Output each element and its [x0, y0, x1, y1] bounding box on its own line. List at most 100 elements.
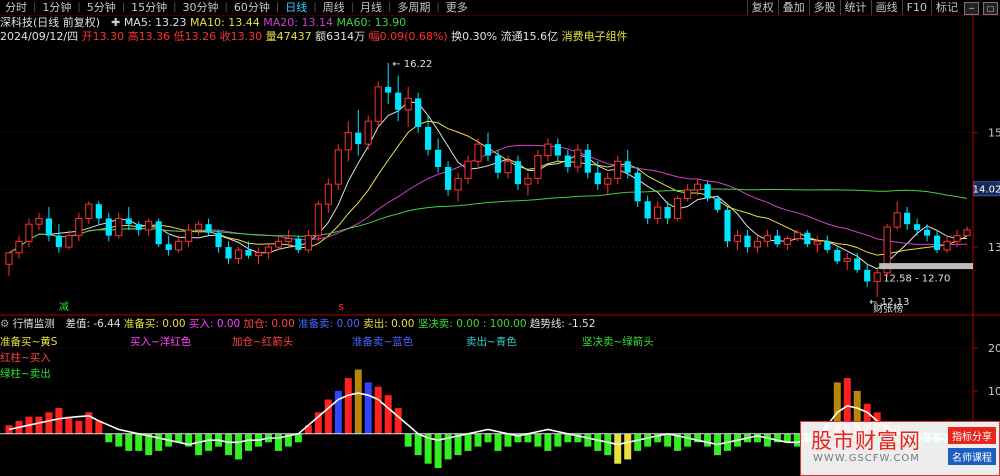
ind-bar	[394, 408, 402, 434]
ind-tick-label-1: 10	[988, 385, 1000, 398]
ind-bar	[404, 433, 412, 447]
ind-bar	[344, 378, 352, 434]
candle-body-up	[274, 240, 283, 248]
watermark-logo: 股市财富网 WWW.GSCFW.COM 指标分享 名师课程	[800, 421, 1000, 476]
ind-tick-label-2: 20	[988, 342, 1000, 355]
ind-bar	[464, 433, 472, 451]
kline-chart[interactable]: 13141514.0201020← 16.22← 12.1312.58 - 12…	[0, 0, 1000, 475]
candle-body-down	[165, 244, 172, 250]
candle-body-up	[574, 149, 582, 168]
news-tag: 财张榜	[873, 302, 903, 315]
range-band	[879, 263, 973, 270]
candle-body-up	[843, 258, 851, 262]
ind-bar	[225, 433, 233, 456]
candle-body-up	[364, 120, 372, 145]
candle-body-up	[544, 143, 552, 157]
ind-bar	[205, 433, 213, 451]
candle-body-down	[554, 144, 561, 156]
candle-body-up	[5, 252, 13, 265]
ind-bar	[494, 433, 502, 451]
candle-body-up	[953, 235, 961, 242]
ind-bar	[105, 433, 113, 443]
candle-body-down	[95, 204, 102, 219]
ind-bar	[634, 433, 642, 451]
current-price-label: 14.02	[973, 185, 1000, 196]
candle-body-up	[314, 203, 322, 237]
ind-bar	[55, 408, 63, 434]
ind-bar	[554, 433, 562, 447]
candle-body-down	[135, 224, 142, 230]
candle-body-down	[355, 132, 362, 145]
candle-body-up	[404, 97, 412, 111]
candle-body-down	[824, 241, 831, 250]
candle-body-down	[395, 92, 402, 110]
candle-body-up	[753, 240, 762, 248]
ind-bar	[763, 433, 771, 447]
candle-body-up	[604, 177, 612, 185]
ind-bar	[334, 390, 342, 434]
candle-body-up	[145, 220, 153, 231]
ind-bar	[374, 386, 382, 434]
candle-body-up	[234, 249, 243, 260]
ind-bar	[594, 433, 602, 451]
watermark-badge-1: 指标分享	[948, 427, 996, 444]
candle-body-down	[564, 155, 571, 167]
candle-body-down	[644, 201, 651, 219]
ind-bar	[504, 433, 512, 447]
candle-body-up	[65, 235, 73, 248]
candle-body-up	[614, 160, 622, 179]
ind-bar	[544, 433, 552, 451]
candle-body-down	[904, 212, 911, 225]
ind-bar	[384, 395, 392, 434]
candle-body-down	[435, 149, 442, 167]
candle-body-down	[744, 235, 751, 248]
candle-body-up	[195, 223, 203, 231]
ind-bar	[35, 416, 43, 434]
high-price-label: ← 16.22	[392, 59, 432, 70]
candle-body-down	[724, 209, 731, 242]
candle-body-down	[205, 224, 212, 233]
ind-bar	[274, 433, 282, 451]
candle-body-down	[864, 269, 871, 282]
candle-body-up	[943, 240, 951, 251]
candle-body-up	[344, 132, 352, 151]
candle-body-up	[693, 183, 702, 191]
ind-bar	[195, 433, 203, 456]
candle-body-up	[504, 160, 512, 174]
ind-bar	[474, 433, 482, 447]
candle-body-down	[854, 258, 861, 270]
ind-bar	[604, 433, 612, 456]
candle-body-up	[783, 237, 791, 245]
ind-legend-4: 坚决卖~绿箭头	[582, 335, 654, 348]
candle-body-up	[963, 229, 971, 237]
range-box-label: 12.58 - 12.70	[883, 273, 950, 284]
candle-body-down	[704, 184, 711, 199]
candle-body-down	[295, 238, 302, 250]
candle-body-up	[674, 197, 682, 219]
candle-body-down	[385, 86, 392, 93]
candle-body-down	[444, 166, 452, 190]
ind-bar	[684, 433, 692, 447]
candle-body-up	[454, 177, 462, 191]
ind-left-label-1: 红柱~买入	[0, 351, 51, 364]
ind-bar	[155, 433, 163, 451]
candle-body-down	[45, 218, 53, 236]
candle-body-down	[105, 218, 112, 236]
ind-bar	[534, 433, 542, 447]
price-tick-label-0: 13	[988, 241, 1000, 254]
ind-bar	[753, 433, 761, 443]
candle-body-down	[923, 229, 931, 236]
candle-body-down	[484, 144, 492, 156]
candle-body-up	[763, 235, 772, 242]
candle-body-down	[55, 235, 62, 248]
watermark-url: WWW.GSCFW.COM	[813, 453, 920, 464]
ma60-line	[8, 188, 968, 254]
ind-bar	[75, 420, 83, 434]
candle-body-down	[714, 198, 721, 210]
candle-body-up	[813, 240, 821, 245]
ind-left-label-2: 绿柱~卖出	[0, 367, 51, 380]
ind-bar	[45, 412, 53, 434]
watermark-badge-2: 名师课程	[948, 448, 996, 465]
ind-bar	[245, 433, 252, 451]
candle-body-down	[514, 161, 522, 185]
